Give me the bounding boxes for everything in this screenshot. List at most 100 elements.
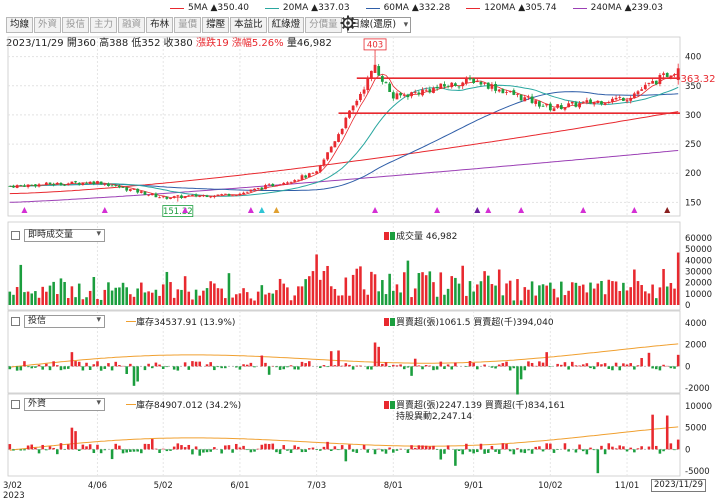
candle-body: [552, 108, 556, 112]
candle-body: [125, 187, 129, 191]
candle-body: [169, 198, 172, 200]
foreign-bar: [234, 443, 238, 450]
candle-body: [81, 182, 85, 185]
volume-bar: [161, 284, 165, 305]
volume-panel-selector[interactable]: 即時成交量: [24, 229, 105, 242]
foreign-tick-label: 10000: [685, 402, 712, 412]
volume-panel-checkbox[interactable]: [11, 231, 20, 240]
foreign-bar: [541, 449, 545, 452]
foreign-bar: [362, 444, 366, 450]
foreign-bar: [614, 448, 618, 450]
foreign-bar: [99, 449, 103, 454]
trust-bar: [611, 366, 614, 371]
volume-bar: [45, 291, 48, 305]
trust-bar: [66, 366, 70, 369]
volume-bar: [527, 289, 530, 305]
volume-bar: [12, 294, 15, 305]
trust-bar: [224, 366, 227, 369]
candle-body: [275, 185, 278, 187]
volume-bar: [88, 290, 92, 305]
candle-body: [326, 152, 329, 160]
volume-bar: [70, 286, 74, 305]
volume-bar: [410, 297, 413, 305]
volume-bar: [673, 288, 676, 305]
candle-body: [457, 86, 461, 88]
volume-bar: [318, 279, 322, 305]
candle-body: [322, 159, 326, 166]
trust-bar: [165, 366, 169, 368]
foreign-panel-checkbox[interactable]: [11, 400, 20, 409]
volume-bar: [180, 289, 183, 305]
trust-bar: [556, 363, 559, 367]
trust-bar: [26, 366, 30, 368]
volume-tick-label: 0: [685, 301, 690, 311]
candle-body: [377, 66, 381, 76]
candle-body: [578, 103, 581, 108]
price-panel-frame: [7, 36, 681, 217]
volume-bar: [326, 265, 329, 305]
candle-body: [59, 182, 63, 185]
foreign-panel-frame: [7, 393, 681, 477]
trust-bar: [129, 363, 132, 367]
foreign-bar: [446, 445, 450, 450]
trust-bar: [85, 362, 88, 367]
trust-bar: [549, 366, 552, 367]
trust-bar: [501, 363, 505, 367]
foreign-bar: [88, 444, 92, 450]
volume-bar: [465, 295, 468, 305]
volume-bar: [238, 293, 242, 305]
candle-body: [154, 193, 158, 198]
candle-body: [176, 195, 180, 197]
trust-bar: [574, 365, 578, 367]
trust-panel-checkbox[interactable]: [11, 317, 20, 326]
volume-bar: [297, 286, 300, 305]
trust-bar: [107, 363, 110, 367]
volume-bar: [472, 291, 475, 305]
candle-body: [413, 92, 417, 93]
trust-bar: [402, 366, 406, 370]
candle-body: [559, 105, 563, 110]
volume-bar: [483, 271, 486, 305]
volume-bar: [264, 294, 267, 305]
trust-bar: [417, 365, 421, 367]
volume-bar: [654, 298, 658, 305]
candle-body: [212, 196, 216, 198]
candle-body: [41, 184, 45, 186]
volume-bar: [59, 278, 63, 305]
foreign-panel-selector[interactable]: 外資: [24, 398, 105, 411]
foreign-bar: [538, 446, 541, 450]
candle-body: [454, 83, 457, 86]
trust-bar: [432, 366, 435, 371]
volume-bar: [596, 283, 600, 305]
foreign-bar: [340, 445, 344, 450]
foreign-bar: [589, 447, 592, 450]
volume-bar: [629, 287, 632, 305]
candle-body: [118, 185, 121, 188]
foreign-bar: [169, 449, 172, 451]
candle-body: [337, 134, 340, 142]
trust-bar: [570, 361, 574, 367]
volume-bar: [366, 294, 370, 305]
candle-body: [96, 181, 99, 184]
volume-bar: [202, 290, 205, 305]
candle-body: [187, 195, 191, 197]
volume-bar: [213, 283, 216, 305]
volume-bar: [432, 282, 435, 305]
trust-bar: [267, 366, 271, 375]
trust-bar: [242, 364, 245, 367]
foreign-bar: [465, 443, 468, 450]
volume-bar: [479, 281, 483, 305]
candle-body: [545, 103, 549, 106]
trust-panel-selector[interactable]: 投信: [24, 315, 105, 328]
trust-bar: [56, 365, 59, 367]
foreign-bar: [366, 449, 370, 453]
x-tick-label: 6/01: [230, 481, 250, 491]
volume-bar: [114, 287, 118, 305]
candle-body: [512, 90, 516, 95]
volume-bar: [384, 294, 388, 305]
stock-chart-window: 5MA ▲350.40 20MA ▲337.03 60MA ▲332.28 120MA…: [0, 0, 720, 503]
candle-body: [658, 75, 662, 84]
chart-canvas[interactable]: 150200250300350400363.32403151.320100002…: [0, 0, 720, 503]
candle-body: [556, 104, 560, 108]
volume-bar: [603, 294, 607, 305]
